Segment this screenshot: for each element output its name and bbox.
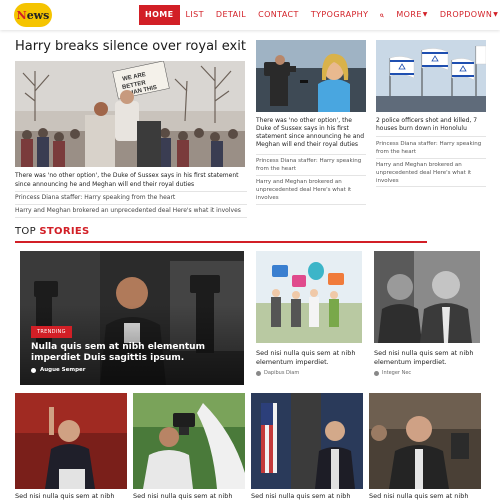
section-heading-first: TOP <box>15 226 36 237</box>
story-card-image[interactable] <box>251 393 363 489</box>
divider <box>376 136 486 137</box>
nav-dropdown[interactable]: DROPDOWN ▼ <box>434 5 500 25</box>
story-card-image[interactable] <box>369 393 481 489</box>
lead-related-link[interactable]: Princess Diana staffer: Harry speaking f… <box>15 194 247 202</box>
story-card-title[interactable]: Sed nisi nulla quis sem at nibh <box>133 492 245 500</box>
site-logo[interactable]: News <box>14 3 52 27</box>
section-heading-second: STORIES <box>39 226 90 237</box>
story-card-author: Dapibus Diam <box>264 370 300 376</box>
side-story-image[interactable] <box>376 40 486 112</box>
story-card-image[interactable] <box>133 393 245 489</box>
divider <box>15 204 247 205</box>
story-card-title[interactable]: Sed nisi nulla quis sem at nibh elementu… <box>374 349 484 367</box>
story-card-title[interactable]: Sed nisi nulla quis sem at nibh <box>251 492 363 500</box>
story-card-image[interactable] <box>256 251 362 343</box>
trending-badge[interactable]: TRENDING <box>31 326 72 338</box>
side-related-link[interactable]: Harry and Meghan brokered an unprecedent… <box>376 161 488 185</box>
feature-byline[interactable]: Augue Semper <box>31 367 85 373</box>
user-icon <box>31 367 36 373</box>
nav-more[interactable]: MORE ▼ <box>390 5 433 25</box>
story-card-title[interactable]: Sed nisi nulla quis sem at nibh elementu… <box>256 349 366 367</box>
main-nav: HOME LIST DETAIL CONTACT TYPOGRAPHY MORE… <box>139 5 500 25</box>
nav-list[interactable]: LIST <box>180 5 210 25</box>
divider <box>376 158 486 159</box>
user-icon <box>256 370 261 376</box>
site-header: News HOME LIST DETAIL CONTACT TYPOGRAPHY… <box>0 0 500 30</box>
story-card-title[interactable]: Sed nisi nulla quis sem at nibh <box>369 492 481 500</box>
lead-summary[interactable]: There was 'no other option', the Duke of… <box>15 171 247 189</box>
feature-overlay <box>20 251 244 385</box>
feature-headline[interactable]: Nulla quis sem at nibh elementum imperdi… <box>31 342 206 364</box>
divider <box>376 186 486 187</box>
story-card-image[interactable] <box>15 393 127 489</box>
user-icon <box>374 370 379 376</box>
nav-contact[interactable]: CONTACT <box>252 5 305 25</box>
search-icon[interactable] <box>374 5 390 25</box>
side-related-link[interactable]: Harry and Meghan brokered an unprecedent… <box>256 178 368 202</box>
divider <box>256 154 366 155</box>
divider <box>15 217 247 218</box>
lead-image[interactable]: WE ARE BETTER THAN THIS <box>15 61 245 167</box>
chevron-down-icon: ▼ <box>493 11 499 18</box>
side-related-link[interactable]: Princess Diana staffer: Harry speaking f… <box>376 140 488 156</box>
side-related-link[interactable]: Princess Diana staffer: Harry speaking f… <box>256 157 368 173</box>
divider <box>15 191 247 192</box>
lead-related-link[interactable]: Harry and Meghan brokered an unprecedent… <box>15 207 247 215</box>
feature-author-name: Augue Semper <box>40 367 86 373</box>
section-heading: TOP STORIES <box>15 226 90 237</box>
nav-typography[interactable]: TYPOGRAPHY <box>305 5 375 25</box>
nav-more-label: MORE <box>396 10 422 19</box>
side-story-summary[interactable]: 2 police officers shot and killed, 7 hou… <box>376 117 488 133</box>
story-card-byline[interactable]: Integer Nec <box>374 370 411 376</box>
feature-story[interactable] <box>20 251 244 385</box>
section-underline <box>15 241 427 243</box>
story-card-image[interactable] <box>374 251 480 343</box>
divider <box>256 175 366 176</box>
story-card-author: Integer Nec <box>382 370 412 376</box>
nav-detail[interactable]: DETAIL <box>210 5 252 25</box>
nav-dropdown-label: DROPDOWN <box>439 10 493 19</box>
logo-initial: N <box>16 8 27 22</box>
nav-home[interactable]: HOME <box>139 5 180 25</box>
lead-headline[interactable]: Harry breaks silence over royal exit <box>15 39 255 54</box>
logo-rest: ews <box>26 8 50 22</box>
story-card-byline[interactable]: Dapibus Diam <box>256 370 299 376</box>
chevron-down-icon: ▼ <box>422 11 428 18</box>
side-story-image[interactable] <box>256 40 366 112</box>
story-card-title[interactable]: Sed nisi nulla quis sem at nibh <box>15 492 127 500</box>
divider <box>256 204 366 205</box>
side-story-summary[interactable]: There was 'no other option', the Duke of… <box>256 117 368 149</box>
